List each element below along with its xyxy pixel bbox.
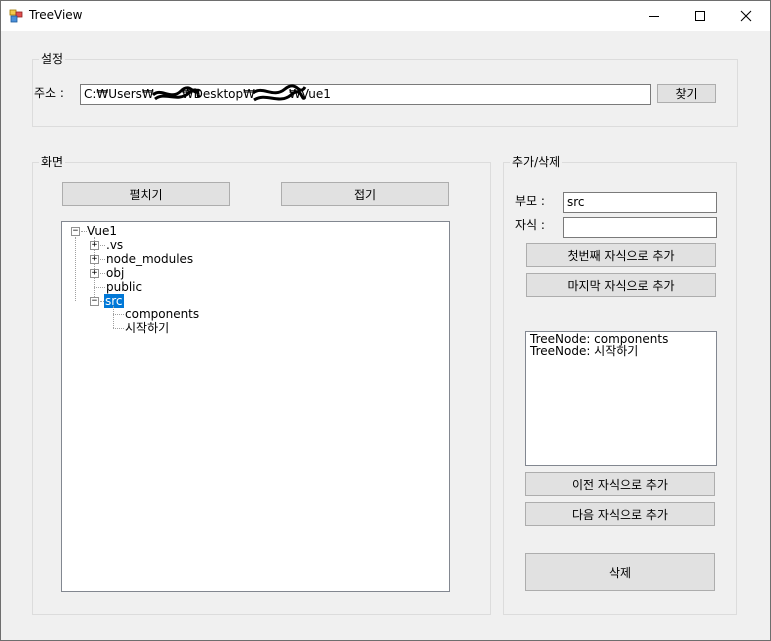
add-first-child-button[interactable]: 첫번째 자식으로 추가 [526, 243, 716, 267]
tree-line [100, 245, 105, 246]
address-text-1: C:₩Users₩ [84, 87, 154, 101]
tree-view[interactable]: − Vue1 + .vs + node_modules + obj public… [61, 221, 450, 592]
tree-node-getting-started[interactable]: 시작하기 [125, 321, 169, 335]
close-button[interactable] [723, 1, 769, 31]
add-last-child-button[interactable]: 마지막 자식으로 추가 [526, 273, 716, 297]
add-next-sibling-button[interactable]: 다음 자식으로 추가 [525, 502, 715, 526]
expand-toggle-icon[interactable]: + [90, 241, 99, 250]
child-nodes-list[interactable]: TreeNode: components TreeNode: 시작하기 [525, 331, 717, 466]
tree-line [75, 237, 76, 301]
add-previous-sibling-button[interactable]: 이전 자식으로 추가 [525, 472, 715, 496]
expand-toggle-icon[interactable]: + [90, 255, 99, 264]
redaction-scribble [252, 84, 307, 102]
redaction-scribble [151, 86, 201, 101]
collapse-toggle-icon[interactable]: − [71, 227, 80, 236]
app-icon [9, 9, 23, 23]
edit-group-label: 추가/삭제 [510, 155, 563, 169]
window-title: TreeView [29, 8, 83, 22]
tree-node-vs[interactable]: .vs [106, 238, 123, 252]
tree-line [94, 287, 105, 288]
delete-button[interactable]: 삭제 [525, 553, 715, 591]
maximize-icon [695, 11, 705, 21]
minimize-icon [649, 16, 659, 17]
tree-node-root[interactable]: Vue1 [87, 224, 117, 238]
tree-node-components[interactable]: components [125, 307, 199, 321]
settings-group-label: 설정 [39, 52, 66, 66]
parent-field[interactable]: src [563, 192, 717, 213]
collapse-button[interactable]: 접기 [281, 182, 449, 206]
list-item[interactable]: TreeNode: 시작하기 [530, 345, 712, 357]
tree-node-obj[interactable]: obj [106, 266, 124, 280]
tree-line [113, 328, 124, 329]
tree-node-public[interactable]: public [106, 280, 142, 294]
tree-line [113, 306, 114, 328]
parent-label: 부모 : [515, 194, 545, 208]
tree-node-node-modules[interactable]: node_modules [106, 252, 193, 266]
minimize-button[interactable] [631, 1, 677, 31]
tree-line [100, 259, 105, 260]
child-field[interactable] [563, 217, 717, 238]
expand-button[interactable]: 펼치기 [62, 182, 230, 206]
tree-line [113, 314, 124, 315]
title-bar[interactable]: TreeView [1, 1, 770, 31]
expand-toggle-icon[interactable]: + [90, 269, 99, 278]
address-label: 주소 : [34, 86, 64, 100]
find-button[interactable]: 찾기 [657, 84, 716, 103]
close-icon [740, 10, 752, 22]
app-window: TreeView 설정 주소 : C:₩Users₩ ₩Desktop₩ ₩Vue1 [0, 0, 771, 641]
maximize-button[interactable] [677, 1, 723, 31]
tree-line [100, 273, 105, 274]
child-label: 자식 : [515, 218, 545, 232]
collapse-toggle-icon[interactable]: − [90, 297, 99, 306]
screen-group-label: 화면 [39, 155, 66, 169]
